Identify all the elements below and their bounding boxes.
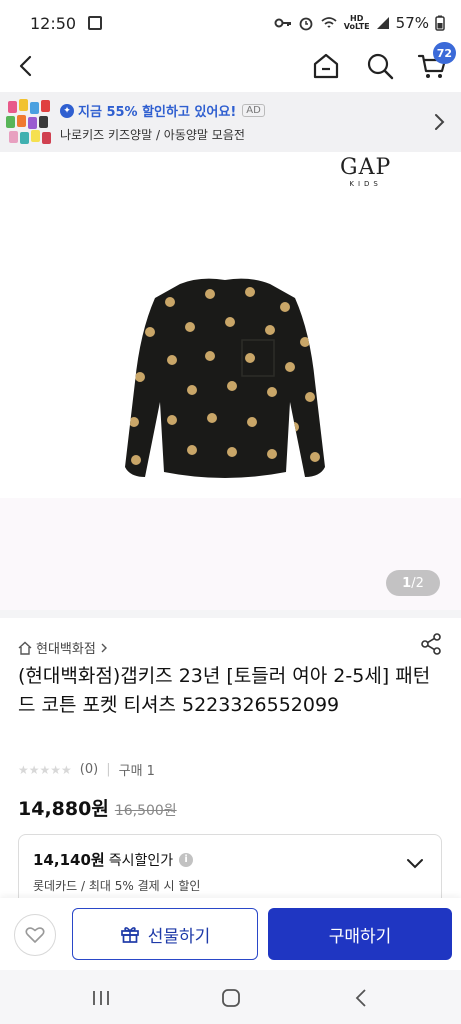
system-back-icon bbox=[355, 989, 366, 1007]
key-icon bbox=[274, 18, 291, 28]
buy-button-label: 구매하기 bbox=[328, 926, 392, 947]
gift-button-label: 선물하기 bbox=[147, 926, 211, 947]
bottom-action-bar: 선물하기 구매하기 bbox=[0, 898, 461, 970]
section-divider bbox=[0, 610, 461, 618]
volte-label: HD VoLTE bbox=[343, 14, 370, 31]
info-icon[interactable]: i bbox=[179, 852, 194, 867]
alarm-icon bbox=[299, 17, 313, 31]
system-navigation-bar bbox=[0, 970, 461, 1024]
image-page-total: 2 bbox=[415, 575, 424, 591]
ad-headline: 지금 55% 할인하고 있어요! bbox=[78, 105, 237, 120]
ad-thumbnail bbox=[6, 99, 52, 145]
gift-button[interactable]: 선물하기 bbox=[72, 908, 258, 960]
gallery-notification-icon bbox=[88, 16, 103, 30]
card-discount-info: 롯데카드 / 최대 5% 결제 시 할인 bbox=[33, 879, 201, 893]
status-indicators: HD VoLTE 57% bbox=[274, 14, 445, 32]
chevron-down-icon bbox=[407, 859, 423, 869]
wishlist-button[interactable] bbox=[14, 914, 56, 956]
store-home-icon bbox=[18, 641, 32, 655]
status-bar: 12:50 HD VoLTE 57% bbox=[0, 0, 461, 46]
store-name: 현대백화점 bbox=[36, 642, 96, 657]
rating-row: ★★★★★ (0) | 구매 1 bbox=[18, 762, 155, 779]
ad-tag: AD bbox=[242, 104, 265, 117]
discount-amount: 14,140원 bbox=[33, 851, 105, 869]
gift-icon bbox=[120, 927, 139, 943]
buy-button[interactable]: 구매하기 bbox=[268, 908, 452, 960]
recent-apps-icon bbox=[93, 991, 109, 1005]
product-title: (현대백화점)갭키즈 23년 [토들러 여아 2-5세] 패턴드 코튼 포켓 티… bbox=[18, 665, 431, 716]
home-icon bbox=[313, 53, 339, 79]
home-button[interactable] bbox=[308, 48, 344, 84]
chevron-right-small-icon bbox=[101, 643, 107, 652]
ad-text: ✦ 지금 55% 할인하고 있어요! AD 나로키즈 키즈양말 / 아동양말 모… bbox=[60, 101, 433, 143]
original-price: 16,500원 bbox=[114, 803, 177, 819]
ad-headline-row: ✦ 지금 55% 할인하고 있어요! AD bbox=[60, 101, 433, 120]
brand-logo-sub: KIDS bbox=[349, 180, 382, 188]
brand-logo: GAP KIDS bbox=[340, 155, 392, 189]
search-button[interactable] bbox=[362, 48, 398, 84]
purchase-count: 구매 1 bbox=[118, 764, 155, 779]
top-navigation: 72 bbox=[0, 42, 461, 88]
signal-icon bbox=[376, 17, 389, 29]
ad-subline: 나로키즈 키즈양말 / 아동양말 모음전 bbox=[60, 128, 245, 142]
image-page-current: 1 bbox=[402, 575, 412, 591]
rating-stars: ★★★★★ bbox=[18, 762, 72, 777]
recent-apps-button[interactable] bbox=[86, 984, 116, 1012]
cart-button[interactable]: 72 bbox=[414, 42, 456, 84]
discount-headline: 14,140원 즉시할인가 i bbox=[33, 849, 194, 870]
search-icon bbox=[367, 53, 394, 80]
sale-price: 14,880원 bbox=[18, 798, 109, 820]
heart-icon bbox=[25, 927, 45, 943]
share-icon bbox=[421, 633, 441, 655]
home-system-button[interactable] bbox=[216, 984, 246, 1012]
discount-label: 즉시할인가 bbox=[108, 852, 174, 869]
back-button[interactable] bbox=[8, 48, 44, 84]
ad-banner[interactable]: ✦ 지금 55% 할인하고 있어요! AD 나로키즈 키즈양말 / 아동양말 모… bbox=[0, 92, 461, 152]
brand-logo-text: GAP bbox=[340, 155, 392, 180]
system-back-button[interactable] bbox=[346, 984, 376, 1012]
share-button[interactable] bbox=[419, 632, 443, 656]
product-photo bbox=[125, 278, 325, 478]
product-image-carousel[interactable]: GAP KIDS 1 / 2 bbox=[0, 152, 461, 610]
battery-icon bbox=[435, 15, 445, 31]
home-circle-icon bbox=[222, 989, 240, 1007]
chevron-right-icon bbox=[435, 114, 445, 130]
store-link[interactable]: 현대백화점 bbox=[18, 638, 109, 657]
image-page-indicator: 1 / 2 bbox=[386, 570, 440, 596]
wifi-call-icon bbox=[321, 17, 337, 28]
cart-count-badge: 72 bbox=[432, 42, 456, 64]
status-time: 12:50 bbox=[30, 13, 77, 33]
discount-toggle[interactable]: 14,140원 즉시할인가 i 롯데카드 / 최대 5% 결제 시 할인 bbox=[18, 834, 442, 906]
review-count[interactable]: (0) bbox=[80, 762, 98, 777]
back-icon bbox=[19, 55, 32, 77]
battery-percent: 57% bbox=[395, 14, 429, 32]
sparkle-icon: ✦ bbox=[60, 103, 74, 118]
price-row: 14,880원 16,500원 bbox=[18, 794, 177, 821]
